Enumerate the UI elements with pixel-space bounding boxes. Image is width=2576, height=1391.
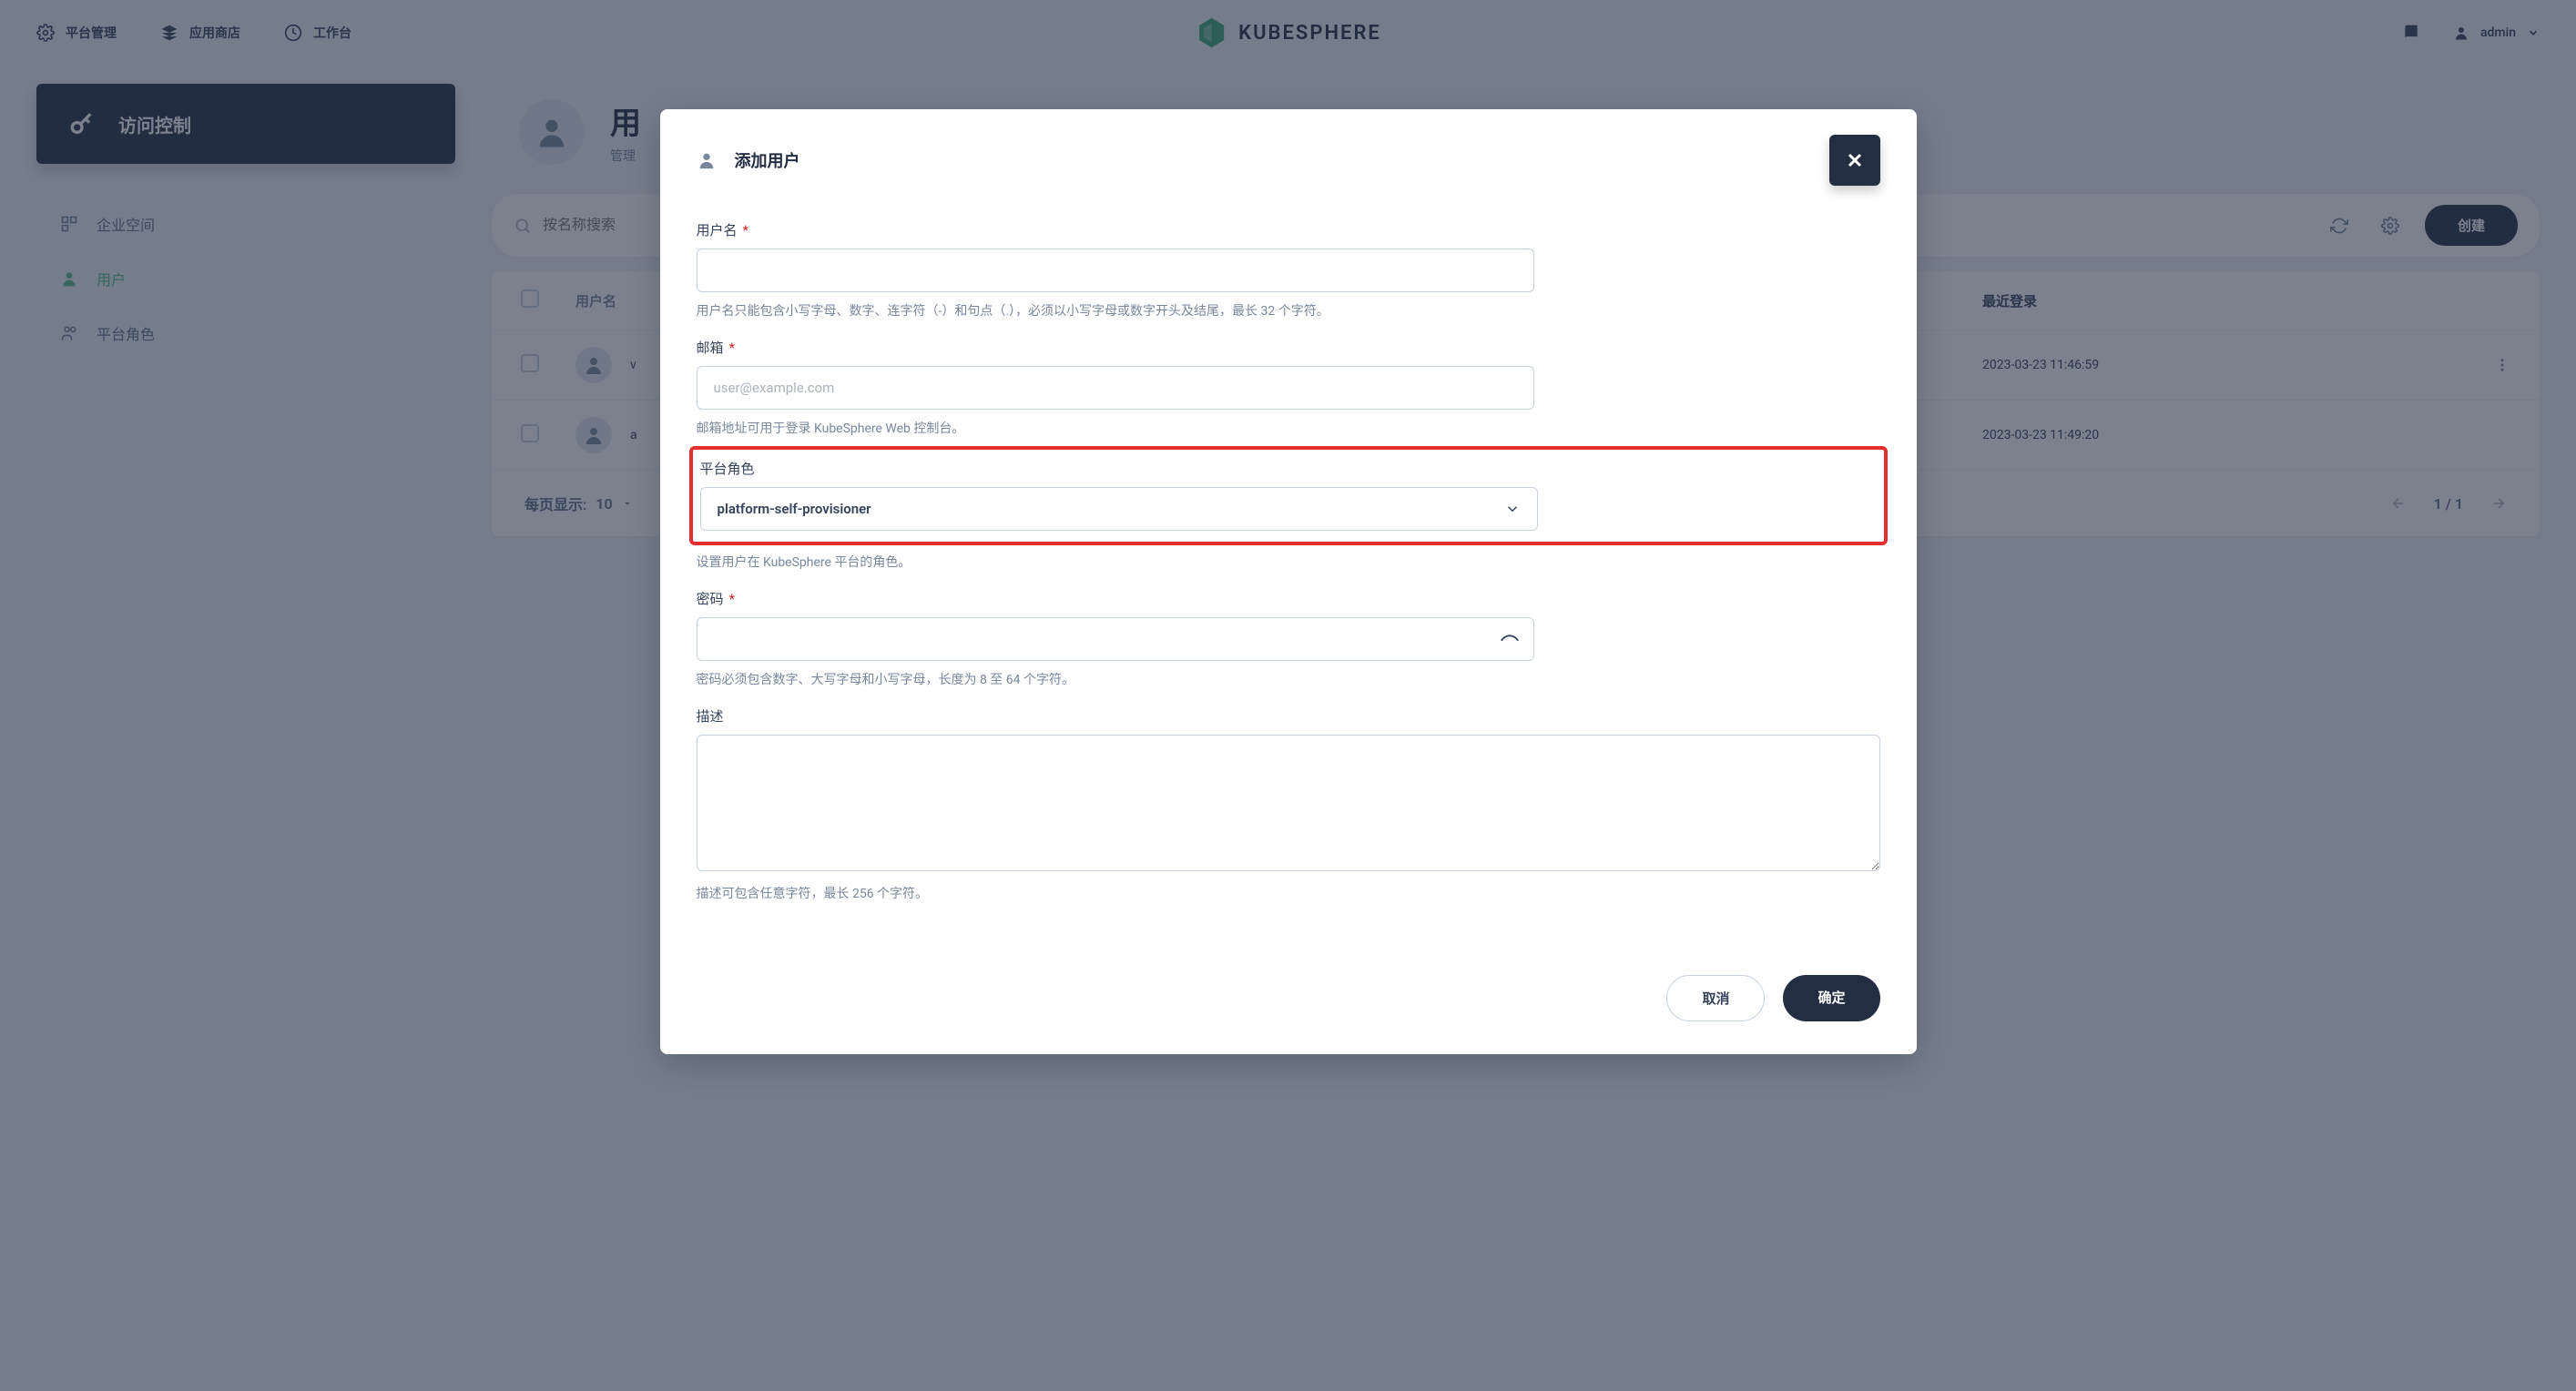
description-input[interactable] <box>697 735 1880 871</box>
field-role: 平台角色 platform-self-provisioner <box>700 459 1877 531</box>
modal-title-text: 添加用户 <box>735 148 800 172</box>
description-label: 描述 <box>697 706 1880 726</box>
password-hint: 密码必须包含数字、大写字母和小写字母，长度为 8 至 64 个字符。 <box>697 670 1880 688</box>
field-email: 邮箱* 邮箱地址可用于登录 KubeSphere Web 控制台。 <box>697 338 1880 437</box>
password-input[interactable] <box>697 617 1534 661</box>
ok-button[interactable]: 确定 <box>1783 975 1879 1021</box>
username-label: 用户名* <box>697 220 1880 239</box>
modal-body: 用户名* 用户名只能包含小写字母、数字、连字符（-）和句点（.），必须以小写字母… <box>660 211 1917 948</box>
password-label: 密码* <box>697 589 1880 608</box>
email-input[interactable] <box>697 366 1534 410</box>
modal-overlay: 添加用户 用户名* 用户名只能包含小写字母、数字、连字符（-）和句点（.），必须… <box>0 0 2576 1391</box>
field-username: 用户名* 用户名只能包含小写字母、数字、连字符（-）和句点（.），必须以小写字母… <box>697 220 1880 320</box>
role-highlight: 平台角色 platform-self-provisioner <box>689 446 1888 545</box>
modal-footer: 取消 确定 <box>660 948 1917 1054</box>
modal: 添加用户 用户名* 用户名只能包含小写字母、数字、连字符（-）和句点（.），必须… <box>660 109 1917 1054</box>
email-hint: 邮箱地址可用于登录 KubeSphere Web 控制台。 <box>697 419 1880 437</box>
user-icon <box>697 150 717 170</box>
email-label: 邮箱* <box>697 338 1880 357</box>
modal-header: 添加用户 <box>660 109 1917 211</box>
cancel-button[interactable]: 取消 <box>1666 975 1765 1021</box>
modal-title: 添加用户 <box>697 148 800 172</box>
eye-icon[interactable] <box>1500 629 1520 649</box>
role-select[interactable]: platform-self-provisioner <box>700 487 1538 531</box>
role-value: platform-self-provisioner <box>718 501 871 517</box>
role-hint: 设置用户在 KubeSphere 平台的角色。 <box>697 553 1880 571</box>
username-input[interactable] <box>697 249 1534 292</box>
field-description: 描述 描述可包含任意字符，最长 256 个字符。 <box>697 706 1880 902</box>
field-password: 密码* 密码必须包含数字、大写字母和小写字母，长度为 8 至 64 个字符。 <box>697 589 1880 688</box>
username-hint: 用户名只能包含小写字母、数字、连字符（-）和句点（.），必须以小写字母或数字开头… <box>697 301 1880 320</box>
close-button[interactable] <box>1829 135 1880 186</box>
chevron-down-icon <box>1504 501 1521 517</box>
description-hint: 描述可包含任意字符，最长 256 个字符。 <box>697 884 1880 902</box>
role-label: 平台角色 <box>700 459 1877 478</box>
